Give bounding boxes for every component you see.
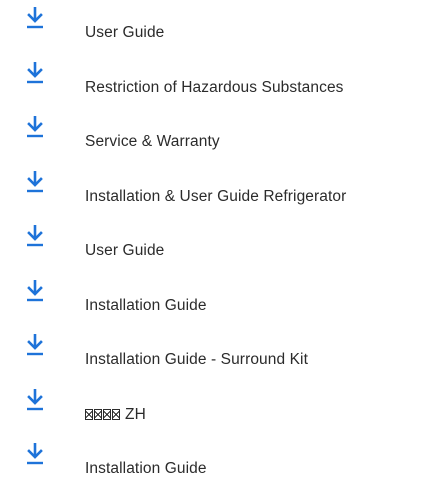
document-item[interactable]: Restriction of Hazardous Substances	[0, 55, 439, 110]
document-label[interactable]: Restriction of Hazardous Substances	[85, 78, 344, 98]
document-item[interactable]: User Guide	[0, 0, 439, 55]
download-icon[interactable]	[25, 7, 45, 29]
download-icon[interactable]	[25, 279, 45, 302]
document-item[interactable]: Installation Guide	[0, 273, 439, 328]
document-label[interactable]: User Guide	[85, 241, 164, 261]
document-item[interactable]: Installation & User Guide Refrigerator	[0, 164, 439, 219]
missing-glyph-boxes	[85, 406, 121, 423]
document-item[interactable]: Service & Warranty	[0, 109, 439, 164]
download-icon[interactable]	[25, 443, 45, 465]
download-icon[interactable]	[25, 116, 45, 138]
document-label[interactable]: Service & Warranty	[85, 132, 220, 152]
document-label[interactable]: Installation & User Guide Refrigerator	[85, 187, 346, 207]
document-label[interactable]: ZH	[85, 405, 146, 425]
document-label[interactable]: Installation Guide - Surround Kit	[85, 350, 308, 370]
document-item[interactable]: ZH	[0, 382, 439, 437]
document-item[interactable]: Installation Guide - Surround Kit	[0, 327, 439, 382]
download-icon[interactable]	[25, 170, 45, 193]
download-icon[interactable]	[25, 61, 45, 84]
document-download-list: User Guide Restriction of Hazardous Subs…	[0, 0, 439, 491]
document-label[interactable]: Installation Guide	[85, 459, 207, 479]
download-icon[interactable]	[25, 225, 45, 247]
document-item[interactable]: Installation Guide	[0, 436, 439, 491]
document-label[interactable]: Installation Guide	[85, 296, 207, 316]
download-icon[interactable]	[25, 388, 45, 411]
document-label[interactable]: User Guide	[85, 23, 164, 43]
download-icon[interactable]	[25, 334, 45, 356]
document-item[interactable]: User Guide	[0, 218, 439, 273]
document-label-text[interactable]: ZH	[125, 406, 146, 423]
